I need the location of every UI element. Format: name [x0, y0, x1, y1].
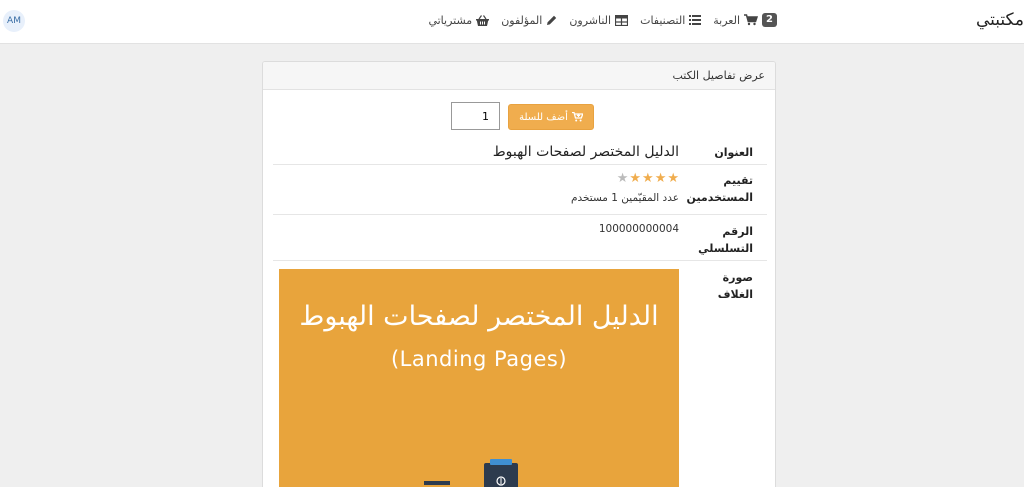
rating-row: تقييم المستخدمين ★ ★ ★ ★ ★ عدد المقيّمين 1 م…	[273, 165, 767, 215]
nav-cart-label: العربة	[713, 13, 741, 27]
cart-icon	[744, 14, 759, 26]
rating-stars[interactable]: ★ ★ ★ ★ ★	[273, 172, 679, 186]
user-avatar[interactable]: AM	[3, 10, 25, 32]
title-row: العنوان الدليل المختصر لصفحات الهبوط	[273, 138, 767, 165]
book-details-panel: عرض تفاصيل الكتب أضف للسلة العنوان الدلي…	[262, 61, 776, 487]
serial-row: الرقم التسلسلي 100000000004	[273, 215, 767, 261]
serial-label-line2: التسلسلي	[698, 242, 753, 255]
cover-illustration	[424, 459, 524, 487]
serial-value: 100000000004	[598, 223, 679, 235]
cover-cell: الدليل المختصر لصفحات الهبوط (Landing Pa…	[273, 269, 687, 487]
nav-purchases-label: مشترياتي	[428, 13, 473, 27]
cart-count-badge: 2	[762, 13, 777, 27]
panel-header: عرض تفاصيل الكتب	[263, 62, 775, 90]
table-icon	[615, 14, 629, 26]
nav-purchases[interactable]: مشترياتي	[428, 13, 490, 27]
rating-label: تقييم المستخدمين	[687, 172, 767, 214]
serial-label-line1: الرقم	[722, 225, 753, 238]
cover-label: صورة الغلاف	[717, 271, 753, 301]
star-filled-icon[interactable]: ★	[667, 172, 679, 186]
brand-logo[interactable]: مكتبتي	[976, 10, 1024, 30]
top-navbar: مكتبتي 2 العربة التصنيفات الناشرون المؤل	[0, 0, 1024, 44]
rating-value: ★ ★ ★ ★ ★ عدد المقيّمين 1 مستخدم	[273, 172, 687, 214]
nav-cart[interactable]: 2 العربة	[713, 13, 777, 27]
pencil-icon	[546, 15, 557, 26]
star-filled-icon[interactable]: ★	[655, 172, 667, 186]
basket-icon	[476, 14, 490, 26]
raters-count: عدد المقيّمين 1 مستخدم	[570, 192, 679, 204]
cover-image: الدليل المختصر لصفحات الهبوط (Landing Pa…	[279, 269, 679, 487]
rating-label-line1: تقييم	[723, 174, 753, 187]
nav-categories[interactable]: التصنيفات	[640, 13, 702, 27]
nav-links: 2 العربة التصنيفات الناشرون المؤلفون مشت…	[428, 13, 777, 27]
quantity-input[interactable]	[451, 102, 500, 130]
star-filled-icon[interactable]: ★	[629, 172, 641, 186]
rating-label-line2: المستخدمين	[686, 191, 753, 204]
cover-subtitle: (Landing Pages)	[390, 347, 568, 371]
title-label: العنوان	[714, 146, 753, 159]
star-empty-icon[interactable]: ★	[617, 172, 629, 186]
add-to-cart-button[interactable]: أضف للسلة	[508, 104, 594, 130]
star-filled-icon[interactable]: ★	[642, 172, 654, 186]
nav-publishers[interactable]: الناشرون	[569, 13, 629, 27]
cover-row: صورة الغلاف الدليل المختصر لصفحات الهبوط…	[273, 261, 767, 487]
list-icon	[689, 15, 702, 25]
add-to-cart-row: أضف للسلة	[451, 102, 594, 130]
cart-plus-icon	[571, 112, 583, 122]
serial-label: الرقم التسلسلي	[687, 223, 767, 260]
title-value: الدليل المختصر لصفحات الهبوط	[492, 144, 679, 160]
nav-publishers-label: الناشرون	[569, 13, 612, 27]
nav-categories-label: التصنيفات	[640, 13, 686, 27]
nav-authors[interactable]: المؤلفون	[501, 13, 557, 27]
cover-title: الدليل المختصر لصفحات الهبوط	[299, 301, 659, 332]
add-to-cart-label: أضف للسلة	[519, 111, 568, 123]
nav-authors-label: المؤلفون	[501, 13, 543, 27]
details-table: العنوان الدليل المختصر لصفحات الهبوط تقي…	[273, 138, 767, 487]
